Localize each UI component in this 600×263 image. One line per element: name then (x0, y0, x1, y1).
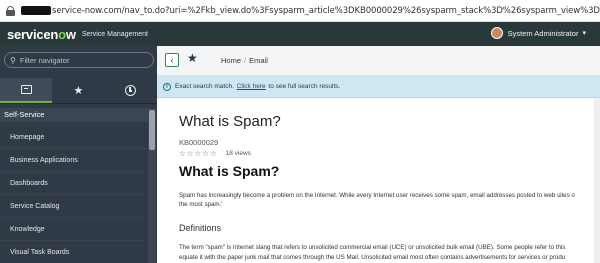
definitions-heading: Definitions (179, 223, 222, 233)
full-results-link[interactable]: Click here (237, 83, 266, 90)
favorites-star-icon: ★ (73, 85, 84, 97)
avatar (490, 27, 503, 39)
favorite-star-icon[interactable]: ★ (187, 51, 198, 65)
search-match-banner: i Exact search match. Click here to see … (157, 76, 600, 98)
article-heading: What is Spam? (179, 163, 280, 179)
navigator-tabs: ★ (0, 78, 157, 104)
article-paragraph: Spam has increasingly become a problem o… (179, 191, 599, 209)
application-navigator: ⚲ ★ Self-Service Homepage Business Appli… (0, 46, 157, 263)
tab-favorites[interactable]: ★ (52, 78, 104, 103)
history-clock-icon (125, 85, 137, 96)
funnel-icon: ⚲ (10, 55, 16, 65)
content-header: ‹ ★ Home / Email (157, 46, 600, 76)
info-suffix: to see full search results. (268, 83, 341, 90)
nav-section-self-service[interactable]: Self-Service (0, 108, 148, 122)
user-menu[interactable]: System Administrator ▾ (490, 27, 586, 39)
chevron-left-icon: ‹ (170, 55, 174, 65)
definitions-paragraph: The term "spam" is Internet slang that r… (179, 243, 599, 263)
user-name: System Administrator (507, 28, 579, 38)
breadcrumb-separator: / (244, 56, 247, 65)
content-scrollbar[interactable] (594, 98, 600, 263)
article-title: What is Spam? (179, 113, 281, 130)
chevron-down-icon: ▾ (582, 30, 586, 37)
article-rating: ☆☆☆☆☆ 18 views (179, 149, 251, 158)
info-prefix: Exact search match. (175, 83, 234, 90)
info-icon: i (163, 82, 171, 91)
browser-address-bar[interactable]: service-now.com/nav_to.do?uri=%2Fkb_view… (0, 0, 600, 22)
servicenow-logo[interactable]: servicenow (7, 27, 76, 42)
banner-subtitle: Service Management (81, 30, 148, 38)
content-frame: ‹ ★ Home / Email i Exact search match. Cli… (157, 46, 600, 263)
url-text[interactable]: service-now.com/nav_to.do?uri=%2Fkb_view… (52, 6, 600, 16)
nav-item-dashboards[interactable]: Dashboards (0, 172, 148, 195)
nav-item-business-applications[interactable]: Business Applications (0, 149, 148, 172)
tab-history[interactable] (105, 78, 157, 103)
nav-list: Homepage Business Applications Dashboard… (0, 126, 148, 263)
lock-icon (6, 5, 15, 16)
article-paragraph-line: the most spam.' (179, 201, 223, 208)
filter-navigator-input[interactable] (19, 55, 140, 65)
view-count: 18 views (225, 150, 251, 157)
breadcrumb-current[interactable]: Email (249, 56, 268, 65)
article-number: KB0000029 (179, 138, 219, 147)
nav-scrollbar-thumb[interactable] (149, 110, 155, 150)
all-applications-icon (20, 85, 32, 94)
nav-item-visual-task-boards[interactable]: Visual Task Boards (0, 241, 148, 263)
nav-item-homepage[interactable]: Homepage (0, 126, 148, 149)
definitions-paragraph-line: The term "spam" is Internet slang that r… (179, 244, 566, 251)
nav-scrollbar[interactable] (148, 108, 156, 263)
filter-navigator[interactable]: ⚲ (4, 52, 154, 68)
breadcrumb: Home / Email (221, 56, 268, 65)
tab-all-applications[interactable] (0, 78, 53, 103)
nav-item-knowledge[interactable]: Knowledge (0, 218, 148, 241)
rating-stars-icon[interactable]: ☆☆☆☆☆ (179, 149, 218, 158)
article-paragraph-line: Spam has increasingly become a problem o… (179, 192, 575, 199)
back-button[interactable]: ‹ (165, 53, 179, 67)
nav-item-service-catalog[interactable]: Service Catalog (0, 195, 148, 218)
definitions-paragraph-line: equate it with the paper junk mail that … (179, 254, 566, 261)
top-banner: servicenow Service Management System Adm… (0, 22, 600, 46)
redacted-domain (21, 6, 51, 15)
breadcrumb-home[interactable]: Home (221, 56, 241, 65)
